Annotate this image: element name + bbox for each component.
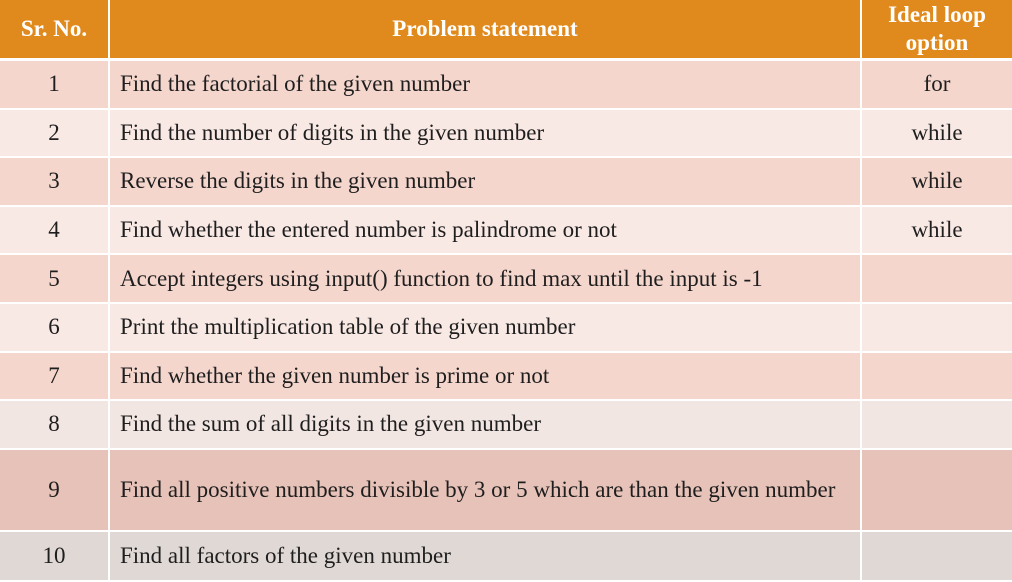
row-5-statement: Accept integers using input() function t…	[110, 255, 862, 304]
row-10-option	[862, 531, 1012, 582]
row-1-option: for	[862, 61, 1012, 110]
loop-options-table: Sr. No. Problem statement Ideal loop opt…	[0, 0, 1012, 582]
row-4-option: while	[862, 206, 1012, 256]
row-2-number: 2	[0, 109, 110, 159]
row-1-statement: Find the factorial of the given number	[110, 61, 862, 110]
row-3-statement: Reverse the digits in the given number	[110, 158, 862, 207]
header-ideal-loop-line2: option	[905, 30, 969, 55]
header-problem-statement: Problem statement	[110, 0, 862, 61]
header-ideal-loop-option: Ideal loop option	[862, 0, 1012, 61]
row-8-option	[862, 401, 1012, 450]
row-10-statement: Find all factors of the given number	[110, 531, 862, 582]
row-1-number: 1	[0, 61, 110, 110]
header-sr-no: Sr. No.	[0, 0, 110, 61]
row-8-statement: Find the sum of all digits in the given …	[110, 401, 862, 450]
row-4-statement: Find whether the entered number is palin…	[110, 206, 862, 256]
row-9-option	[862, 449, 1012, 532]
row-2-statement: Find the number of digits in the given n…	[110, 109, 862, 159]
row-5-option	[862, 255, 1012, 304]
row-10-number: 10	[0, 531, 110, 582]
row-7-number: 7	[0, 352, 110, 402]
row-7-statement: Find whether the given number is prime o…	[110, 352, 862, 402]
row-4-number: 4	[0, 206, 110, 256]
header-ideal-loop-line1: Ideal loop	[888, 2, 986, 27]
row-6-statement: Print the multiplication table of the gi…	[110, 303, 862, 353]
row-3-option: while	[862, 158, 1012, 207]
row-9-number: 9	[0, 449, 110, 532]
row-7-option	[862, 352, 1012, 402]
row-6-option	[862, 303, 1012, 353]
row-2-option: while	[862, 109, 1012, 159]
row-9-statement: Find all positive numbers divisible by 3…	[110, 449, 862, 532]
row-5-number: 5	[0, 255, 110, 304]
row-8-number: 8	[0, 401, 110, 450]
row-6-number: 6	[0, 303, 110, 353]
row-3-number: 3	[0, 158, 110, 207]
